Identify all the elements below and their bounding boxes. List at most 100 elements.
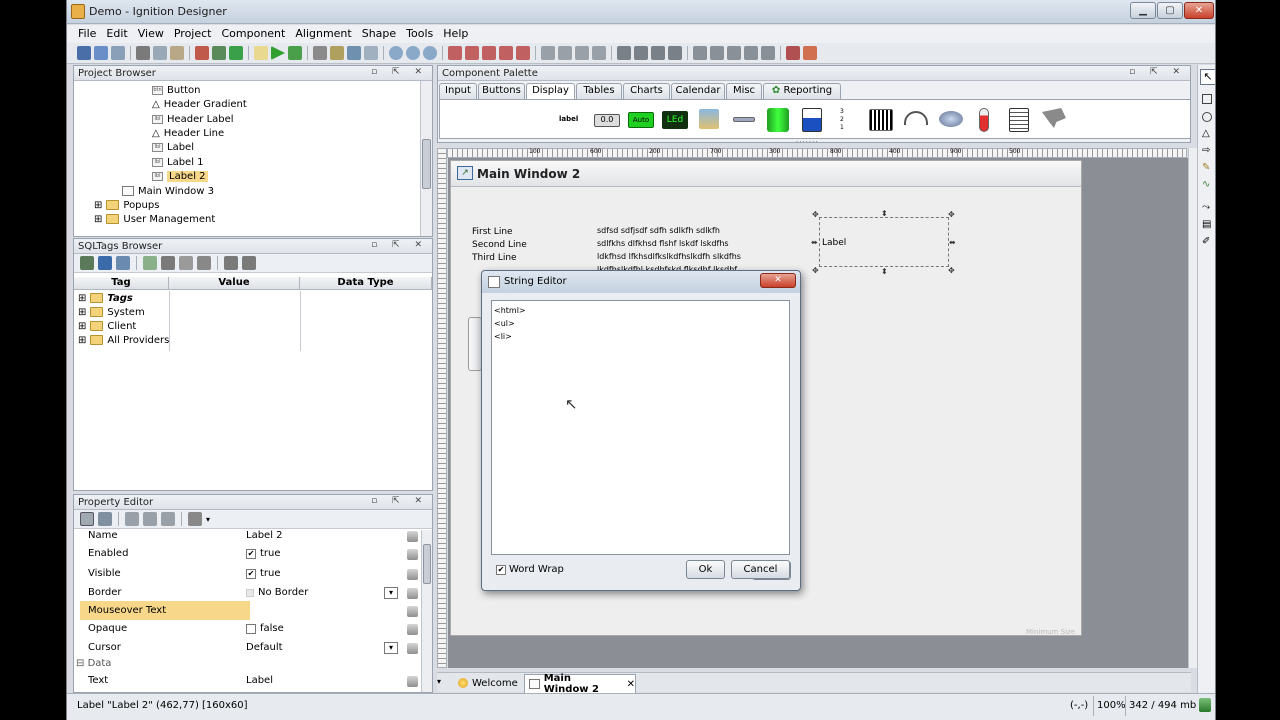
column-tag[interactable]: Tag [74,277,169,290]
arrow-tool-icon[interactable]: ⇨ [1202,145,1210,156]
tree-item[interactable]: △ Header Line [152,126,224,140]
chevron-down-icon[interactable]: ▾ [206,515,210,524]
tab-welcome[interactable]: Welcome [452,674,522,692]
line-label[interactable]: Third Line [472,253,517,263]
visible-checkbox[interactable]: ✔ [246,568,256,579]
resize-handle[interactable]: ⬍ [881,268,888,276]
space-icon[interactable] [575,46,589,60]
expand-icon[interactable]: ⊞ [78,335,86,346]
palette-cylinder-icon[interactable] [767,108,789,132]
align-bottom-icon[interactable] [516,46,530,60]
expand-icon[interactable]: ⊞ [78,307,86,318]
database-binding-icon[interactable] [407,549,418,560]
column-value[interactable]: Value [169,277,300,290]
expand-icon[interactable]: ⊞ [94,214,102,225]
categorized-icon[interactable] [80,512,94,526]
palette-progress-bar-icon[interactable] [733,117,755,122]
style-icon[interactable] [161,512,175,526]
line-label[interactable]: Second Line [472,240,527,250]
property-row-enabled[interactable]: Enabled ✔ true [80,544,420,563]
cut-icon[interactable] [136,46,150,60]
tree-item[interactable]: Main Window 3 [122,184,214,198]
pointer-tool-icon[interactable]: ↖ [1200,69,1215,85]
zoom-out-icon[interactable] [406,46,420,60]
maximize-button[interactable]: ▢ [1157,2,1183,19]
launch-icon[interactable] [288,46,302,60]
scroll-thumb[interactable] [423,544,431,584]
scroll-thumb[interactable] [422,139,431,189]
close-button[interactable]: ✕ [1184,2,1214,19]
tab-buttons[interactable]: Buttons [478,83,525,99]
enabled-checkbox[interactable]: ✔ [246,548,256,559]
settings-icon[interactable] [313,46,327,60]
property-row-name[interactable]: Name Label 2 [80,526,420,545]
expand-icon[interactable]: ⊞ [78,293,86,304]
size-v-icon[interactable] [727,46,741,60]
resize-handle[interactable]: ✥ [948,267,955,275]
tag-folder-all-providers[interactable]: ⊞ All Providers [78,333,169,347]
palette-document-viewer-icon[interactable] [1009,108,1029,132]
palette-numeric-label-icon[interactable]: 0.0 [594,114,620,127]
anchor-icon[interactable] [803,46,817,60]
menu-shape[interactable]: Shape [357,25,401,42]
palette-barcode-icon[interactable] [869,109,893,131]
tab-display[interactable]: Display [526,83,575,100]
menu-project[interactable]: Project [169,25,217,42]
palette-linear-scale-icon[interactable]: 321 [840,108,854,132]
property-row-mouseover-text[interactable]: Mouseover Text [80,601,250,620]
cursor-dropdown[interactable]: ▾ [384,641,398,654]
polygon-tool-icon[interactable]: △ [1202,128,1210,139]
menu-tools[interactable]: Tools [401,25,438,42]
palette-multistate-icon[interactable]: Auto [628,112,654,128]
tag-folder-client[interactable]: ⊞ Client [78,319,136,333]
button-component[interactable] [468,317,482,371]
table-icon[interactable] [116,256,130,270]
tree-item[interactable]: ⊞ Popups [94,198,159,212]
line-text[interactable]: sdlfkhs dlfkhsd flshf lskdf lskdfhs [597,239,729,248]
panel-controls[interactable]: ▫ ⇱ ✕ [1129,67,1186,77]
splitter-grip[interactable]: ······· [796,138,826,146]
add-tag-icon[interactable] [143,256,157,270]
rectangle-tool-icon[interactable] [1202,94,1212,104]
new-window-icon[interactable] [254,46,268,60]
line-label[interactable]: First Line [472,227,513,237]
align-top-icon[interactable] [499,46,513,60]
paste-icon[interactable] [170,46,184,60]
order-icon[interactable] [744,46,758,60]
script-icon[interactable] [143,512,157,526]
minimize-button[interactable]: ▁ [1130,2,1156,19]
lock-icon[interactable] [330,46,344,60]
panel-controls[interactable]: ▫ ⇱ ✕ [371,67,428,77]
selected-label-component[interactable]: Label [819,217,949,267]
tab-scroll-down-icon[interactable]: ▾ [437,677,441,686]
cancel-button[interactable]: Cancel [731,560,790,579]
pencil-tool-icon[interactable]: ✎ [1202,162,1210,173]
snap-icon[interactable] [364,46,378,60]
database-binding-icon[interactable] [407,624,418,635]
tab-reporting[interactable]: ✿ Reporting [763,83,841,99]
tree-item[interactable]: lbl Header Label [152,112,234,126]
property-row-border[interactable]: Border No Border ▾ [80,583,420,602]
publish-icon[interactable] [94,46,108,60]
resize-handle[interactable]: ✥ [812,267,819,275]
grid-icon[interactable] [347,46,361,60]
size-h-icon[interactable] [710,46,724,60]
ungroup-icon[interactable] [668,46,682,60]
zoom-in-icon[interactable] [389,46,403,60]
palette-thermometer-icon[interactable] [979,108,989,132]
filter-icon[interactable] [188,512,202,526]
column-data-type[interactable]: Data Type [300,277,432,290]
resize-handle[interactable]: ⬌ [811,239,818,247]
database-binding-icon[interactable] [407,676,418,687]
menu-view[interactable]: View [133,25,169,42]
menu-file[interactable]: File [73,25,101,42]
group-icon[interactable] [651,46,665,60]
word-wrap-option[interactable]: ✔ Word Wrap [496,564,564,575]
tag-folder-system[interactable]: ⊞ System [78,305,145,319]
palette-led-display-icon[interactable]: LEd [662,111,688,129]
zoom-level[interactable]: 100% [1097,700,1126,711]
tree-item[interactable]: lbl Label 1 [152,155,204,169]
string-editor-textarea[interactable]: <html> <ul> <li> ↖ [491,300,790,555]
palette-label-icon[interactable]: label [559,115,578,137]
palette-level-indicator-icon[interactable] [802,108,822,132]
